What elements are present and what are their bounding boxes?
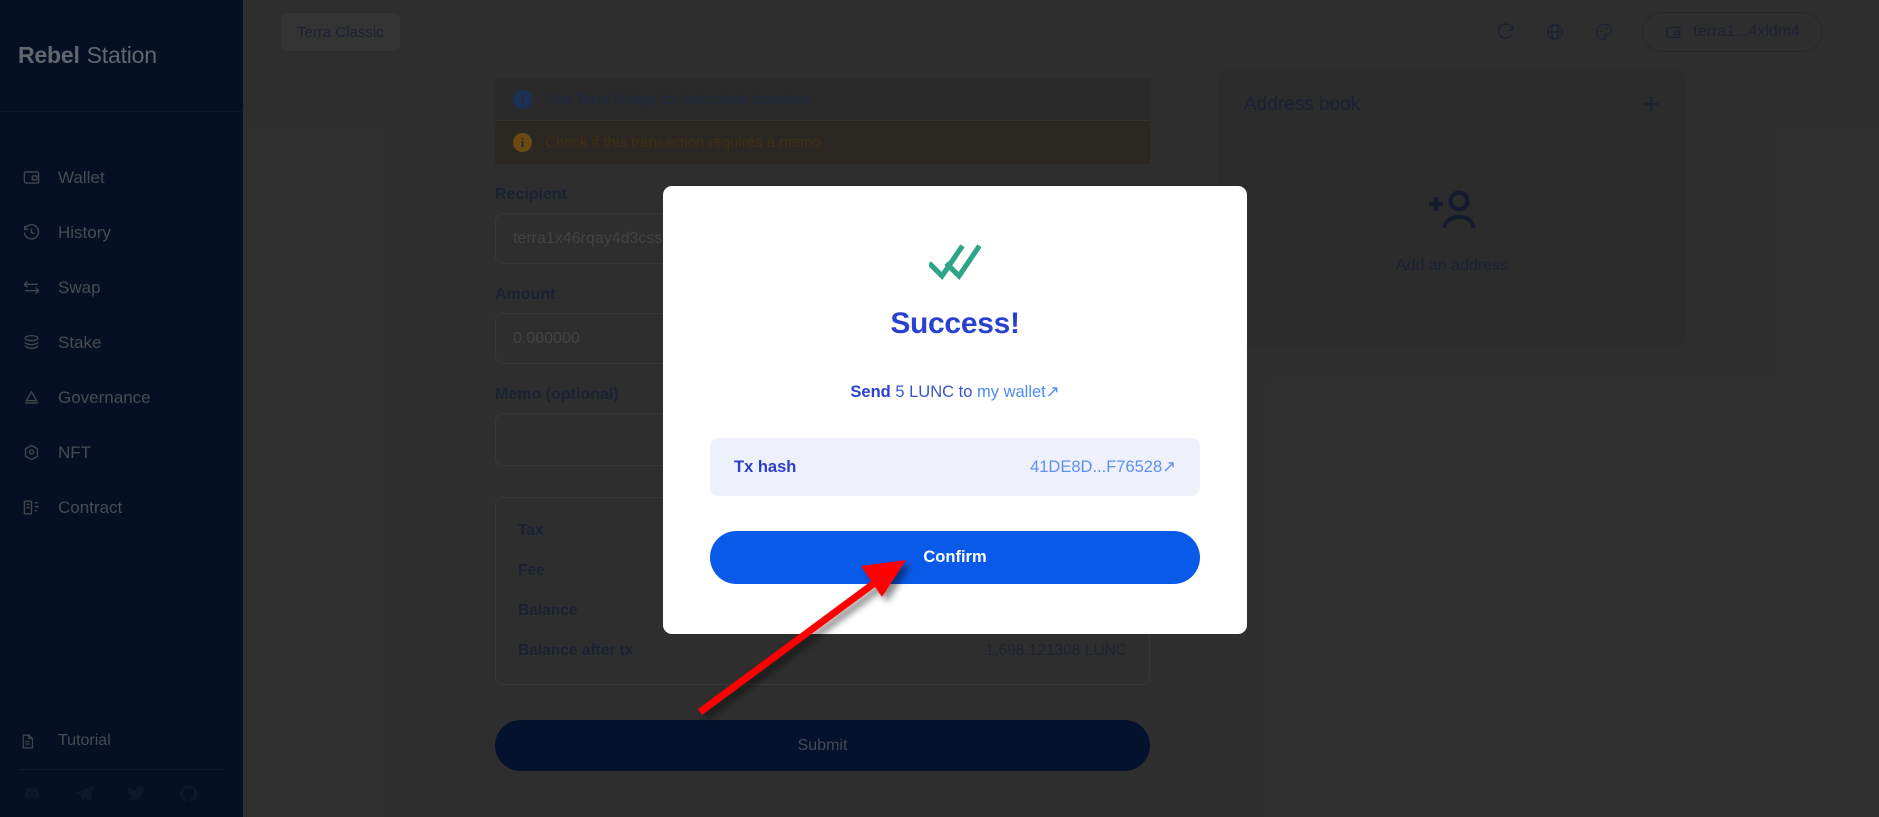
success-modal: Success! Send 5 LUNC to my wallet↗ Tx ha… [663,186,1247,634]
modal-title: Success! [890,307,1020,340]
modal-amount: 5 [895,383,905,401]
modal-denom: LUNC [909,383,955,401]
modal-subtitle: Send 5 LUNC to my wallet↗ [850,382,1059,402]
modal-destination-link[interactable]: my wallet [977,383,1046,401]
tx-hash-value: 41DE8D...F76528 [1030,458,1163,476]
modal-preposition: to [958,383,973,401]
app-root: Rebel Station Wallet History Swap Stake … [0,0,1879,817]
modal-action-label: Send [850,383,891,401]
external-link-icon[interactable]: ↗ [1046,383,1060,401]
external-link-icon: ↗ [1162,458,1176,476]
tx-hash-label: Tx hash [734,457,797,476]
confirm-button[interactable]: Confirm [710,531,1200,584]
tx-hash-link[interactable]: 41DE8D...F76528↗ [1030,457,1176,477]
tx-hash-row: Tx hash 41DE8D...F76528↗ [710,438,1200,496]
double-check-icon [927,243,982,286]
